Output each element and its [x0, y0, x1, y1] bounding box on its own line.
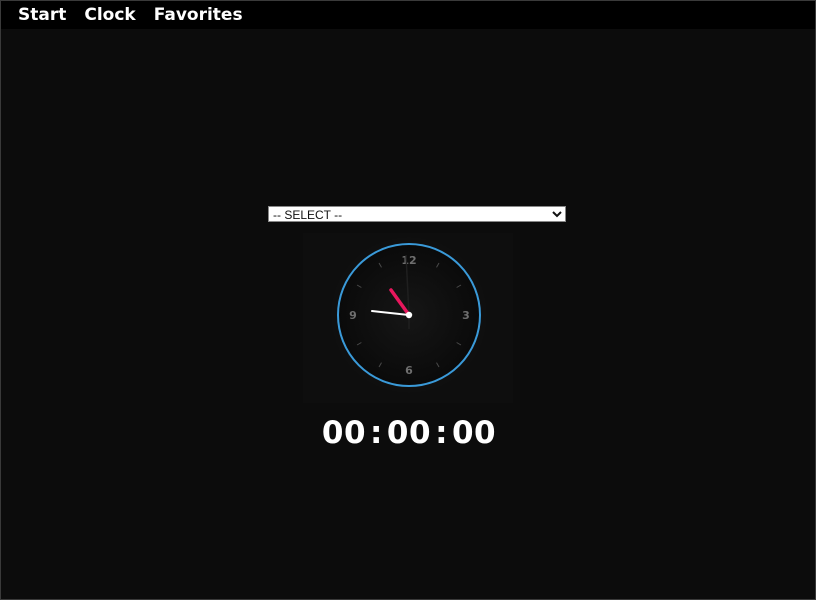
top-navigation-bar: Start Clock Favorites [1, 1, 815, 29]
clock-numeral-9: 9 [349, 309, 357, 322]
digital-seconds: 00 [451, 415, 497, 451]
digital-separator-2: : [435, 415, 448, 451]
clock-center-pin [405, 311, 413, 319]
clock-numeral-12: 12 [401, 254, 416, 267]
nav-link-favorites[interactable]: Favorites [154, 1, 243, 29]
clock-numeral-3: 3 [462, 309, 470, 322]
app-window: Start Clock Favorites -- SELECT -- 12 3 … [0, 0, 816, 600]
clock-numeral-6: 6 [405, 364, 413, 377]
analog-clock: 12 3 6 9 [331, 237, 487, 393]
digital-clock: 00:00:00 [1, 415, 816, 451]
timezone-select-wrapper: -- SELECT -- [268, 204, 566, 222]
digital-separator-1: : [370, 415, 383, 451]
nav-link-start[interactable]: Start [18, 1, 66, 29]
analog-clock-panel: 12 3 6 9 [303, 233, 513, 403]
digital-minutes: 00 [386, 415, 432, 451]
timezone-select[interactable]: -- SELECT -- [268, 206, 566, 222]
nav-link-clock[interactable]: Clock [84, 1, 135, 29]
digital-hours: 00 [321, 415, 367, 451]
